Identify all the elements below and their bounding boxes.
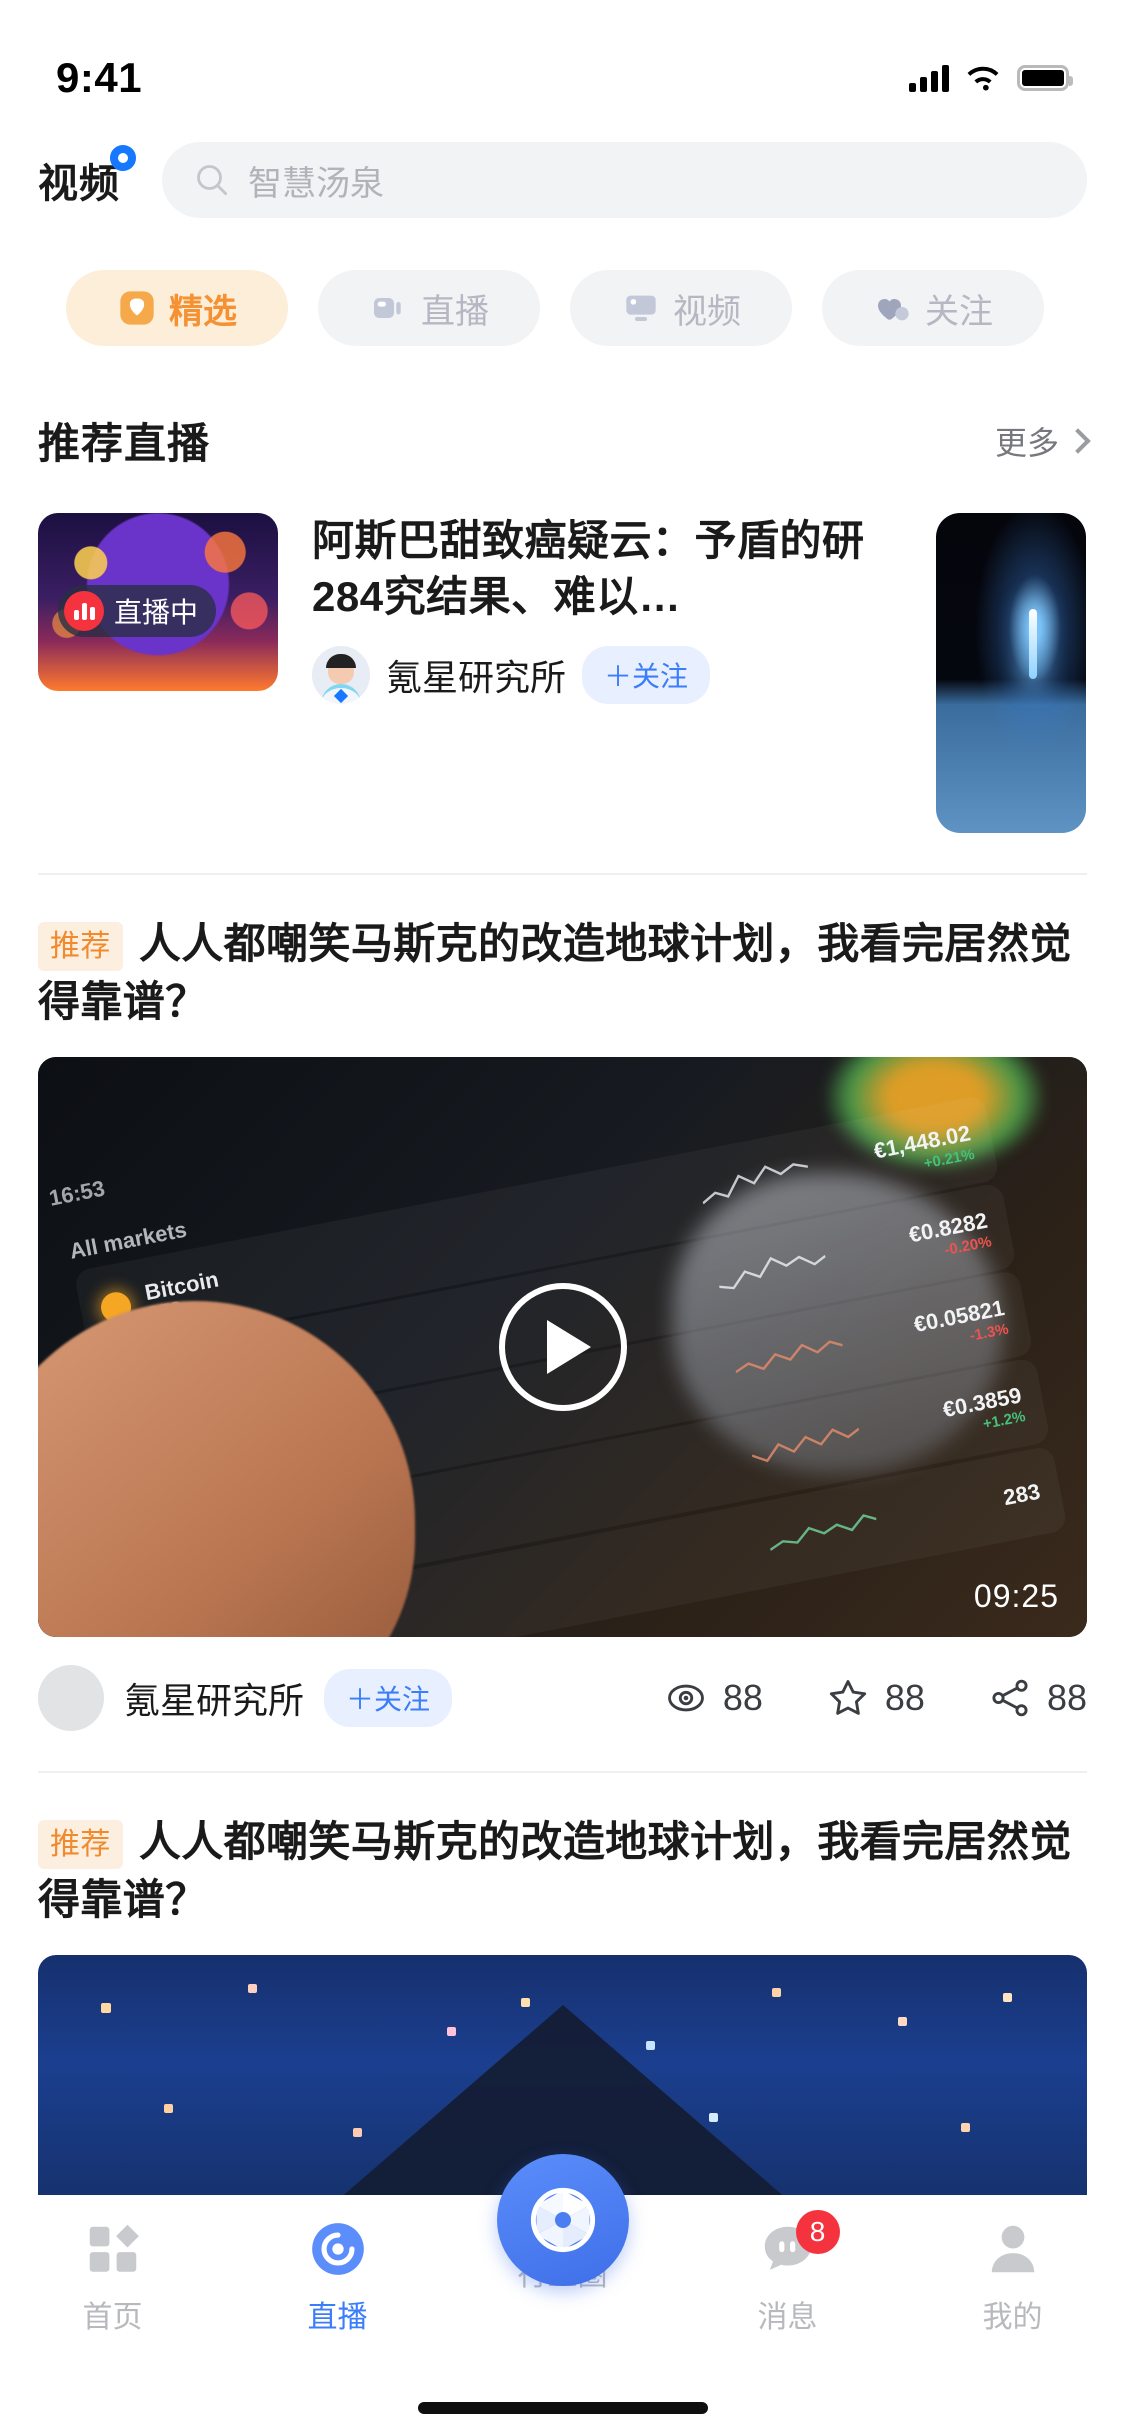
filter-chip-row: 精选 直播 视频 关注 xyxy=(0,228,1125,346)
chip-jingxuan[interactable]: 精选 xyxy=(66,270,288,346)
tab-messages[interactable]: 8 消息 xyxy=(675,2210,900,2336)
battery-icon xyxy=(1017,65,1073,91)
stat-favorites[interactable]: 88 xyxy=(825,1675,925,1721)
shield-heart-icon xyxy=(120,291,154,325)
play-icon[interactable] xyxy=(498,1282,627,1411)
post-title-text: 人人都嘲笑马斯克的改造地球计划，我看完居然觉得靠谱？ xyxy=(38,1817,1072,1923)
search-icon xyxy=(197,165,228,196)
post-title-text: 人人都嘲笑马斯克的改造地球计划，我看完居然觉得靠谱？ xyxy=(38,920,1072,1025)
share-icon xyxy=(992,1679,1028,1717)
live-card[interactable]: 直播中 阿斯巴甜致癌疑云：予盾的研284究结果、难以… 氪星研究所 ＋关注 xyxy=(38,513,892,833)
live-camera-icon xyxy=(374,298,401,318)
live-card-meta: 氪星研究所 ＋关注 xyxy=(312,645,892,704)
section-more-link[interactable]: 更多 xyxy=(994,418,1091,464)
stat-views[interactable]: 88 xyxy=(663,1675,763,1721)
aperture-icon xyxy=(496,2154,629,2286)
tab-industry-circle[interactable]: 行业圈 xyxy=(450,2154,675,2294)
stat-value: 88 xyxy=(1046,1676,1087,1718)
live-carousel[interactable]: 直播中 阿斯巴甜致癌疑云：予盾的研284究结果、难以… 氪星研究所 ＋关注 xyxy=(0,471,1125,833)
live-card-author: 氪星研究所 xyxy=(386,656,567,698)
section-title: 推荐直播 xyxy=(38,420,211,467)
search-input[interactable]: 智慧汤泉 xyxy=(162,142,1087,218)
status-badge: 推荐 xyxy=(38,922,123,972)
cellular-signal-icon xyxy=(909,64,949,92)
live-card-next-preview[interactable] xyxy=(936,513,1086,833)
post-title: 推荐 人人都嘲笑马斯克的改造地球计划，我看完居然觉得靠谱？ xyxy=(38,1813,1087,1929)
live-card-title: 阿斯巴甜致癌疑云：予盾的研284究结果、难以… xyxy=(312,517,865,621)
post-author: 氪星研究所 xyxy=(124,1679,305,1721)
person-icon xyxy=(982,2218,1044,2280)
status-badge: 推荐 xyxy=(38,1819,123,1870)
section-more-label: 更多 xyxy=(994,424,1059,461)
tab-label: 我的 xyxy=(982,2301,1043,2334)
crypto-markets-count: 283 xyxy=(1001,1478,1043,1510)
bottom-tab-bar: 首页 直播 行业圈 xyxy=(0,2154,1125,2436)
chip-label: 关注 xyxy=(925,292,993,331)
star-icon xyxy=(829,1679,867,1715)
tab-label: 首页 xyxy=(82,2301,143,2334)
grid-home-icon xyxy=(82,2218,144,2280)
chip-guanzhu[interactable]: 关注 xyxy=(822,270,1044,346)
page-title: 视频 xyxy=(38,145,136,209)
stat-value: 88 xyxy=(884,1676,925,1718)
tab-profile[interactable]: 我的 xyxy=(900,2218,1125,2336)
monitor-icon xyxy=(626,295,656,321)
tab-home[interactable]: 首页 xyxy=(0,2218,225,2336)
app-header: 视频 智慧汤泉 xyxy=(0,132,1125,228)
post-stats: 88 88 88 xyxy=(663,1675,1087,1721)
live-thumbnail[interactable]: 直播中 xyxy=(38,513,278,691)
eye-icon xyxy=(667,1684,704,1712)
blue-ring-badge-icon xyxy=(110,145,136,171)
wifi-icon xyxy=(967,66,999,91)
crypto-name: Bitcoin xyxy=(142,1266,221,1305)
brand-label: 视频 xyxy=(38,162,120,206)
live-badge-label: 直播中 xyxy=(114,597,199,628)
tab-label: 直播 xyxy=(307,2301,368,2334)
avatar xyxy=(312,645,370,704)
hearts-icon xyxy=(878,299,909,321)
stat-shares[interactable]: 88 xyxy=(987,1675,1087,1721)
message-badge: 8 xyxy=(795,2210,840,2254)
status-bar: 9:41 xyxy=(0,0,1125,132)
post-title: 推荐 人人都嘲笑马斯克的改造地球计划，我看完居然觉得靠谱？ xyxy=(38,915,1087,1031)
chip-label: 视频 xyxy=(673,292,741,331)
feed-post-2: 推荐 人人都嘲笑马斯克的改造地球计划，我看完居然觉得靠谱？ xyxy=(0,1773,1125,2195)
home-indicator xyxy=(417,2402,708,2414)
chip-label: 精选 xyxy=(169,292,237,331)
chevron-right-icon xyxy=(1065,427,1091,454)
chip-label: 直播 xyxy=(421,292,489,331)
follow-button[interactable]: ＋关注 xyxy=(324,1668,453,1727)
status-bar-time: 9:41 xyxy=(56,54,143,101)
post-video-thumbnail[interactable]: 16:53 €38,712 All markets Bitcoin BTC €1… xyxy=(38,1056,1087,1637)
section-header-recommended-live: 推荐直播 更多 xyxy=(0,346,1125,471)
chip-shipin[interactable]: 视频 xyxy=(570,270,792,346)
avatar xyxy=(38,1664,104,1731)
post-footer: 氪星研究所 ＋关注 88 88 88 xyxy=(38,1664,1087,1731)
chip-zhibo[interactable]: 直播 xyxy=(318,270,540,346)
status-bar-icons xyxy=(909,64,1073,92)
crypto-clock: 16:53 xyxy=(46,1175,107,1211)
tab-label: 消息 xyxy=(757,2301,818,2334)
follow-button[interactable]: ＋关注 xyxy=(582,645,711,704)
live-circle-icon xyxy=(307,2218,369,2280)
feed-post-1: 推荐人人都嘲笑马斯克的改造地球计划，我看完居然觉得靠谱？ 16:53 €38,7… xyxy=(0,875,1125,1731)
video-duration: 09:25 xyxy=(973,1577,1059,1614)
search-placeholder: 智慧汤泉 xyxy=(248,164,384,203)
live-bars-icon xyxy=(64,591,104,631)
live-card-body: 阿斯巴甜致癌疑云：予盾的研284究结果、难以… 氪星研究所 ＋关注 xyxy=(312,513,892,833)
stat-value: 88 xyxy=(722,1676,763,1718)
live-status-badge: 直播中 xyxy=(58,585,217,637)
tab-live[interactable]: 直播 xyxy=(225,2218,450,2336)
